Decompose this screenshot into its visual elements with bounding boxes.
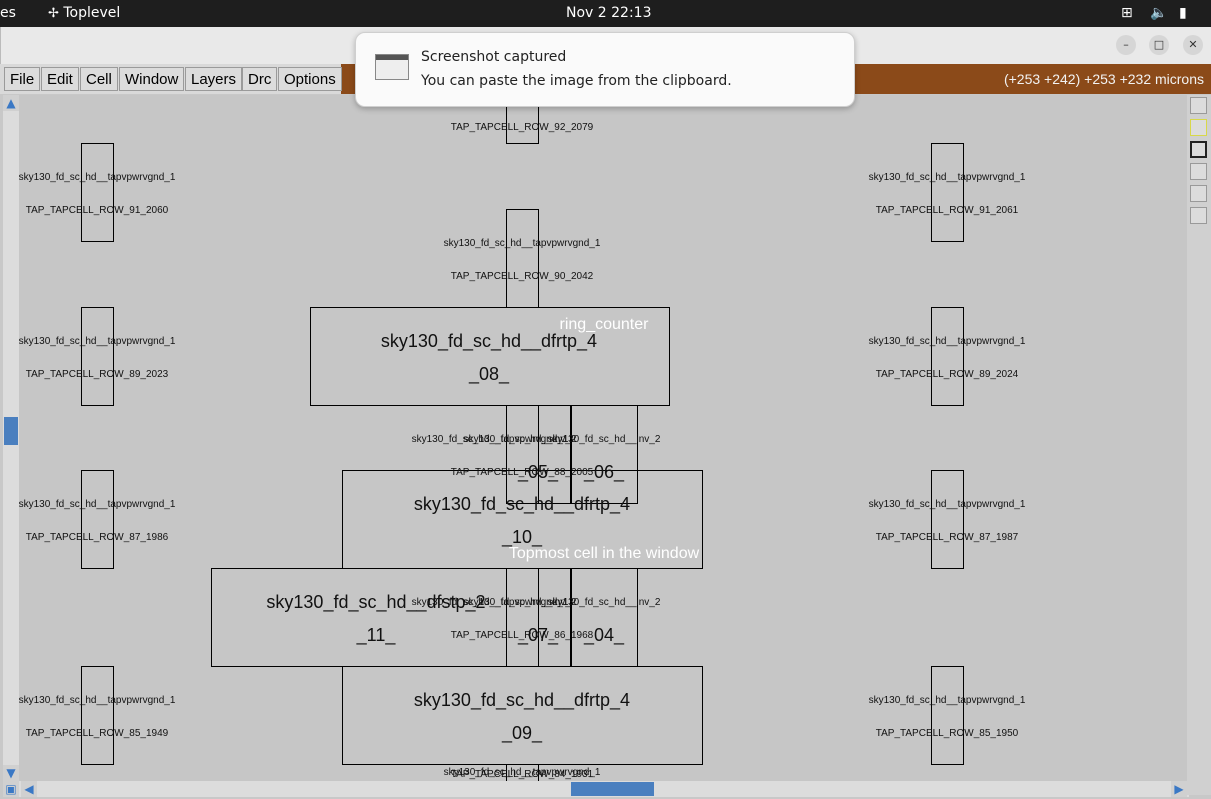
activities-label[interactable]: es: [0, 5, 16, 21]
cell-type-label: sky130_fd_sc_hd__dfrtp_4: [381, 331, 597, 352]
instance-label: TAP_TAPCELL_ROW_89_2024: [876, 369, 1019, 380]
cell-type-label: sky130_fd_sc_hd__tapvpwrvgnd_1: [869, 172, 1026, 183]
instance-label: _06_: [583, 462, 625, 483]
menu-window[interactable]: Window: [119, 67, 185, 91]
scroll-left-icon[interactable]: ◀: [21, 781, 37, 797]
instance-label: TAP_TAPCELL_ROW_91_2060: [26, 205, 169, 216]
maximize-button[interactable]: □: [1149, 35, 1169, 55]
instance-label: TAP_TAPCELL_ROW_91_2061: [876, 205, 1019, 216]
minimize-button[interactable]: –: [1116, 35, 1136, 55]
cell-type-label: sky130_fd_sc_hd__inv_2: [548, 434, 661, 445]
menu-layers[interactable]: Layers: [185, 67, 243, 91]
cell-box[interactable]: [506, 568, 539, 667]
instance-label: TAP_TAPCELL_ROW_85_1950: [876, 728, 1019, 739]
zoom-box-icon[interactable]: ▣: [3, 781, 19, 797]
cell-box[interactable]: [931, 470, 964, 569]
instance-label: TAP_TAPCELL_ROW_92_2079: [451, 122, 594, 133]
cell-box[interactable]: [931, 666, 964, 765]
horizontal-scroll-thumb[interactable]: [571, 782, 654, 796]
layer-swatch[interactable]: [1190, 185, 1207, 202]
cell-box[interactable]: [571, 568, 638, 667]
cell-box[interactable]: [81, 143, 114, 242]
notification-popup[interactable]: Screenshot captured You can paste the im…: [355, 32, 855, 107]
horizontal-scrollbar[interactable]: ▣ ◀ ▶: [3, 781, 1189, 797]
cell-box[interactable]: [81, 470, 114, 569]
cell-type-label: sky130_fd_sc_hd__tapvpwrvgnd_1: [869, 695, 1026, 706]
instance-label: TAP_TAPCELL_ROW_89_2023: [26, 369, 169, 380]
scroll-right-icon[interactable]: ▶: [1171, 781, 1187, 797]
instance-label: _11_: [356, 625, 397, 646]
cell-type-label: sky130_fd_sc_hd__tapvpwrvgnd_1: [19, 336, 176, 347]
menu-file[interactable]: File: [4, 67, 41, 91]
layout-view[interactable]: TAP_TAPCELL_ROW_92_2079 sky130_fd_sc_hd_…: [19, 95, 1187, 781]
clock[interactable]: Nov 2 22:13: [566, 5, 651, 21]
instance-label: _08_: [468, 364, 510, 385]
cell-type-label: sky130_fd_sc_hd__dfstp_2: [266, 592, 485, 613]
vertical-scrollbar[interactable]: ▲ ▼: [3, 95, 19, 781]
menu-options[interactable]: Options: [278, 67, 342, 91]
battery-icon[interactable]: ▮: [1179, 5, 1187, 21]
cell-type-label: sky130_fd_sc_hd__tapvpwrvgnd_1: [869, 499, 1026, 510]
cell-box[interactable]: [538, 405, 571, 504]
cell-box[interactable]: [538, 568, 571, 667]
layer-swatch[interactable]: [1190, 207, 1207, 224]
cell-box[interactable]: [342, 666, 703, 765]
cell-box[interactable]: [506, 209, 539, 308]
screenshot-icon: [375, 54, 409, 80]
top-cell-hint: Topmost cell in the window: [509, 545, 700, 562]
layer-palette: [1187, 95, 1211, 795]
cell-box[interactable]: [81, 307, 114, 406]
notification-body: You can paste the image from the clipboa…: [421, 73, 732, 89]
top-cell-name: ring_counter: [560, 316, 650, 333]
cell-type-label: sky130_fd_sc_hd__dfrtp_4: [414, 494, 630, 515]
cell-type-label: sky130_fd_sc_hd__inv_2: [548, 597, 661, 608]
app-name: Toplevel: [63, 5, 121, 21]
system-top-bar: es ✢ Toplevel Nov 2 22:13 ⊞ 🔈 ▮: [0, 0, 1211, 27]
cell-type-label: sky130_fd_sc_hd__tapvpwrvgnd_1: [869, 336, 1026, 347]
menu-edit[interactable]: Edit: [41, 67, 79, 91]
instance-label: TAP_TAPCELL_ROW_90_2042: [451, 271, 594, 282]
cell-box[interactable]: [81, 666, 114, 765]
coordinate-readout: (+253 +242) +253 +232 microns: [1003, 71, 1204, 87]
layer-swatch[interactable]: [1190, 163, 1207, 180]
instance-label: TAP_TAPCELL_ROW_87_1987: [876, 532, 1019, 543]
instance-label: _05_: [517, 462, 559, 483]
instance-label: TAP_TAPCELL_ROW_85_1949: [26, 728, 169, 739]
menu-cell[interactable]: Cell: [80, 67, 118, 91]
close-button[interactable]: ✕: [1183, 35, 1203, 55]
notification-title: Screenshot captured: [421, 49, 567, 65]
cell-box[interactable]: [571, 405, 638, 504]
instance-label: _04_: [583, 625, 625, 646]
instance-label: _09_: [501, 723, 543, 744]
cell-type-label: sky130_fd_sc_hd__dfrtp_4: [414, 690, 630, 711]
instance-label: _07_: [517, 625, 559, 646]
vertical-scroll-thumb[interactable]: [4, 417, 18, 445]
cell-box[interactable]: [506, 405, 539, 504]
volume-icon[interactable]: 🔈: [1150, 5, 1167, 21]
instance-label: TAP_TAPCELL_ROW_84_1931: [451, 769, 594, 780]
cell-box[interactable]: [211, 568, 507, 667]
network-icon[interactable]: ⊞: [1121, 5, 1133, 21]
instance-label: TAP_TAPCELL_ROW_87_1986: [26, 532, 169, 543]
cell-type-label: sky130_fd_sc_hd__tapvpwrvgnd_1: [19, 499, 176, 510]
layer-swatch[interactable]: [1190, 141, 1207, 158]
app-menu[interactable]: ✢ Toplevel: [48, 5, 120, 21]
cell-type-label: sky130_fd_sc_hd__tapvpwrvgnd_1: [19, 695, 176, 706]
cell-box[interactable]: [931, 307, 964, 406]
cell-box[interactable]: [931, 143, 964, 242]
layer-swatch[interactable]: [1190, 97, 1207, 114]
scroll-down-icon[interactable]: ▼: [3, 765, 19, 781]
cell-type-label: sky130_fd_sc_hd__tapvpwrvgnd_1: [19, 172, 176, 183]
menu-drc[interactable]: Drc: [242, 67, 278, 91]
layer-swatch[interactable]: [1190, 119, 1207, 136]
cell-type-label: sky130_fd_sc_hd__tapvpwrvgnd_1: [444, 238, 601, 249]
app-icon: ✢: [48, 6, 59, 21]
scroll-up-icon[interactable]: ▲: [3, 95, 19, 111]
layout-canvas[interactable]: TAP_TAPCELL_ROW_92_2079 sky130_fd_sc_hd_…: [19, 95, 1187, 781]
